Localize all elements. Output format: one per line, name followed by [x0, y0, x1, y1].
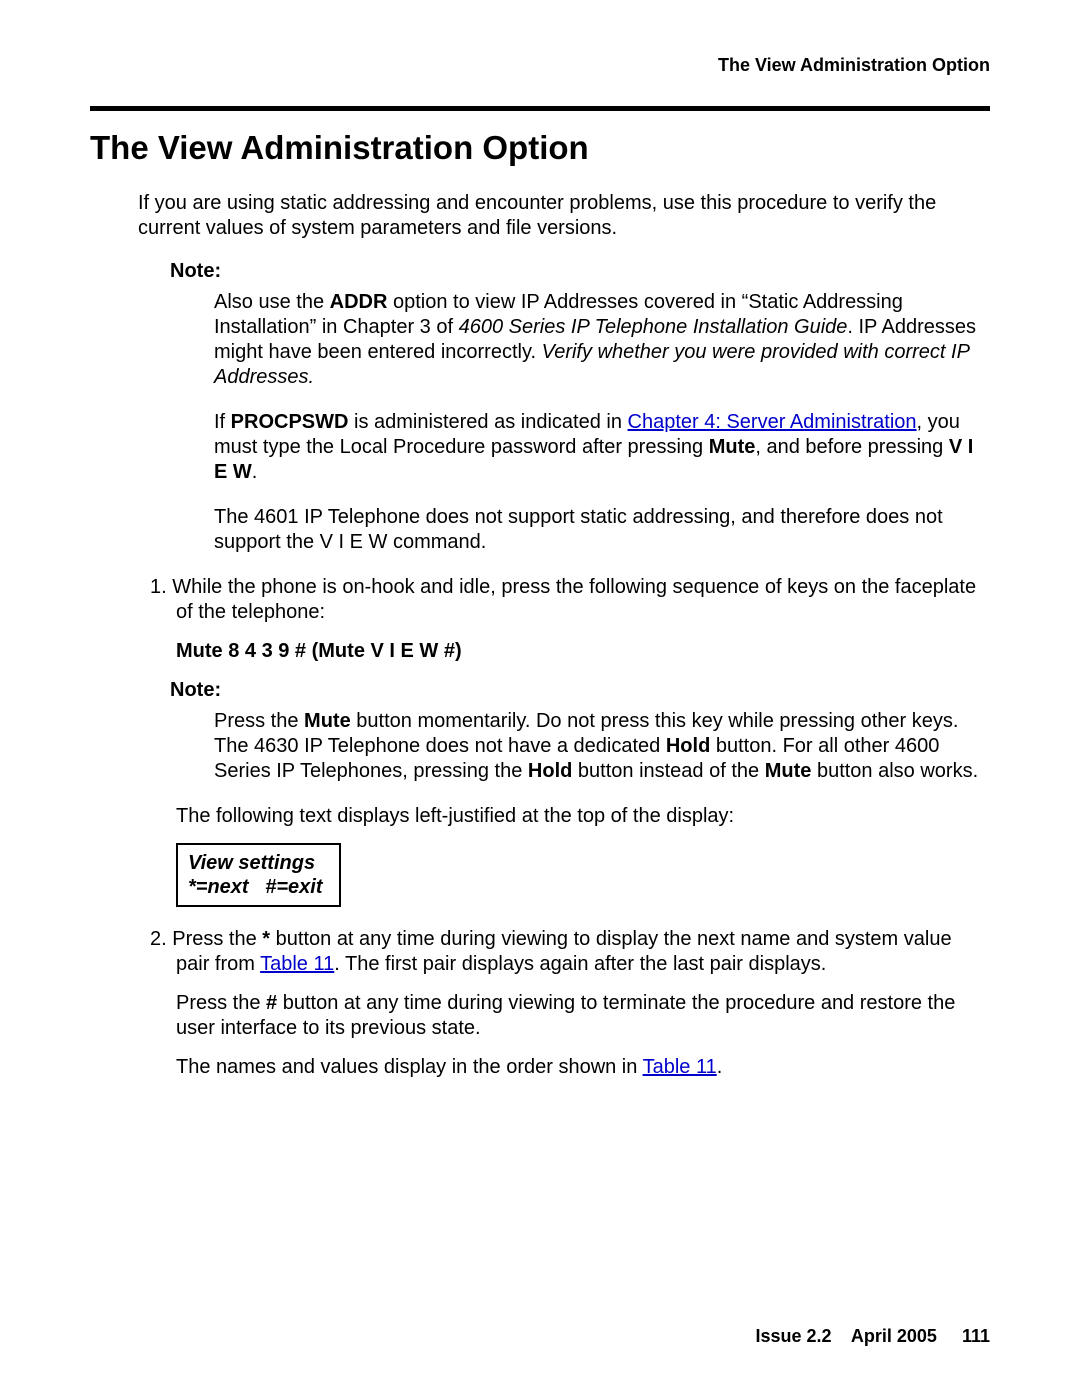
text: button at any time during viewing to ter…: [176, 992, 955, 1039]
step-1: 1. While the phone is on-hook and idle, …: [150, 575, 990, 625]
note1-p2: If PROCPSWD is administered as indicated…: [214, 410, 990, 485]
text: . The first pair displays again after th…: [334, 953, 826, 975]
issue-number: Issue 2.2: [755, 1326, 831, 1346]
hash-bold: #: [266, 992, 277, 1014]
text: The names and values display in the orde…: [176, 1056, 643, 1078]
table11-link[interactable]: Table 11: [260, 953, 334, 975]
text: button also works.: [811, 760, 978, 782]
text: is administered as indicated in: [348, 411, 627, 433]
mute-bold: Mute: [304, 710, 351, 732]
table11-link[interactable]: Table 11: [643, 1056, 717, 1078]
chapter4-link[interactable]: Chapter 4: Server Administration: [628, 411, 917, 433]
text: .: [717, 1056, 723, 1078]
key-sequence: Mute 8 4 3 9 # (Mute V I E W #): [176, 639, 990, 664]
text: Also use the: [214, 291, 330, 313]
note2-p1: Press the Mute button momentarily. Do no…: [214, 709, 990, 784]
note-label: Note:: [170, 678, 990, 703]
mute-bold: Mute: [709, 436, 756, 458]
text: Press the: [176, 992, 266, 1014]
step2-p2: Press the # button at any time during vi…: [176, 991, 990, 1041]
running-head: The View Administration Option: [90, 55, 990, 76]
note1-p1: Also use the ADDR option to view IP Addr…: [214, 290, 990, 390]
addr-bold: ADDR: [330, 291, 388, 313]
step-number: 2.: [150, 928, 172, 950]
note-block-2: Note: Press the Mute button momentarily.…: [170, 678, 990, 784]
page-number: 111: [962, 1326, 990, 1346]
mute-bold: Mute: [765, 760, 812, 782]
step-text: While the phone is on-hook and idle, pre…: [172, 576, 976, 623]
text: Press the: [172, 928, 262, 950]
text: Press the: [214, 710, 304, 732]
hold-bold: Hold: [666, 735, 710, 757]
page-footer: Issue 2.2 April 2005 111: [755, 1326, 990, 1347]
phone-display-box: View settings *=next #=exit: [176, 843, 341, 907]
step-number: 1.: [150, 576, 172, 598]
text: If: [214, 411, 231, 433]
hold-bold: Hold: [528, 760, 572, 782]
text: button instead of the: [572, 760, 764, 782]
step-2: 2. Press the * button at any time during…: [150, 927, 990, 977]
note-label: Note:: [170, 259, 990, 284]
issue-date: April 2005: [851, 1326, 937, 1346]
after-note2-text: The following text displays left-justifi…: [176, 804, 990, 829]
text: , and before pressing: [755, 436, 948, 458]
section-rule: [90, 106, 990, 111]
page-title: The View Administration Option: [90, 129, 990, 167]
intro-paragraph: If you are using static addressing and e…: [138, 191, 990, 241]
procpswd-bold: PROCPSWD: [231, 411, 349, 433]
document-page: The View Administration Option The View …: [0, 0, 1080, 1397]
guide-title-italic: 4600 Series IP Telephone Installation Gu…: [459, 316, 848, 338]
note-block-1: Note: Also use the ADDR option to view I…: [170, 259, 990, 555]
note1-p3: The 4601 IP Telephone does not support s…: [214, 505, 990, 555]
text: .: [252, 461, 258, 483]
star-bold: *: [262, 928, 270, 950]
step2-p3: The names and values display in the orde…: [176, 1055, 990, 1080]
